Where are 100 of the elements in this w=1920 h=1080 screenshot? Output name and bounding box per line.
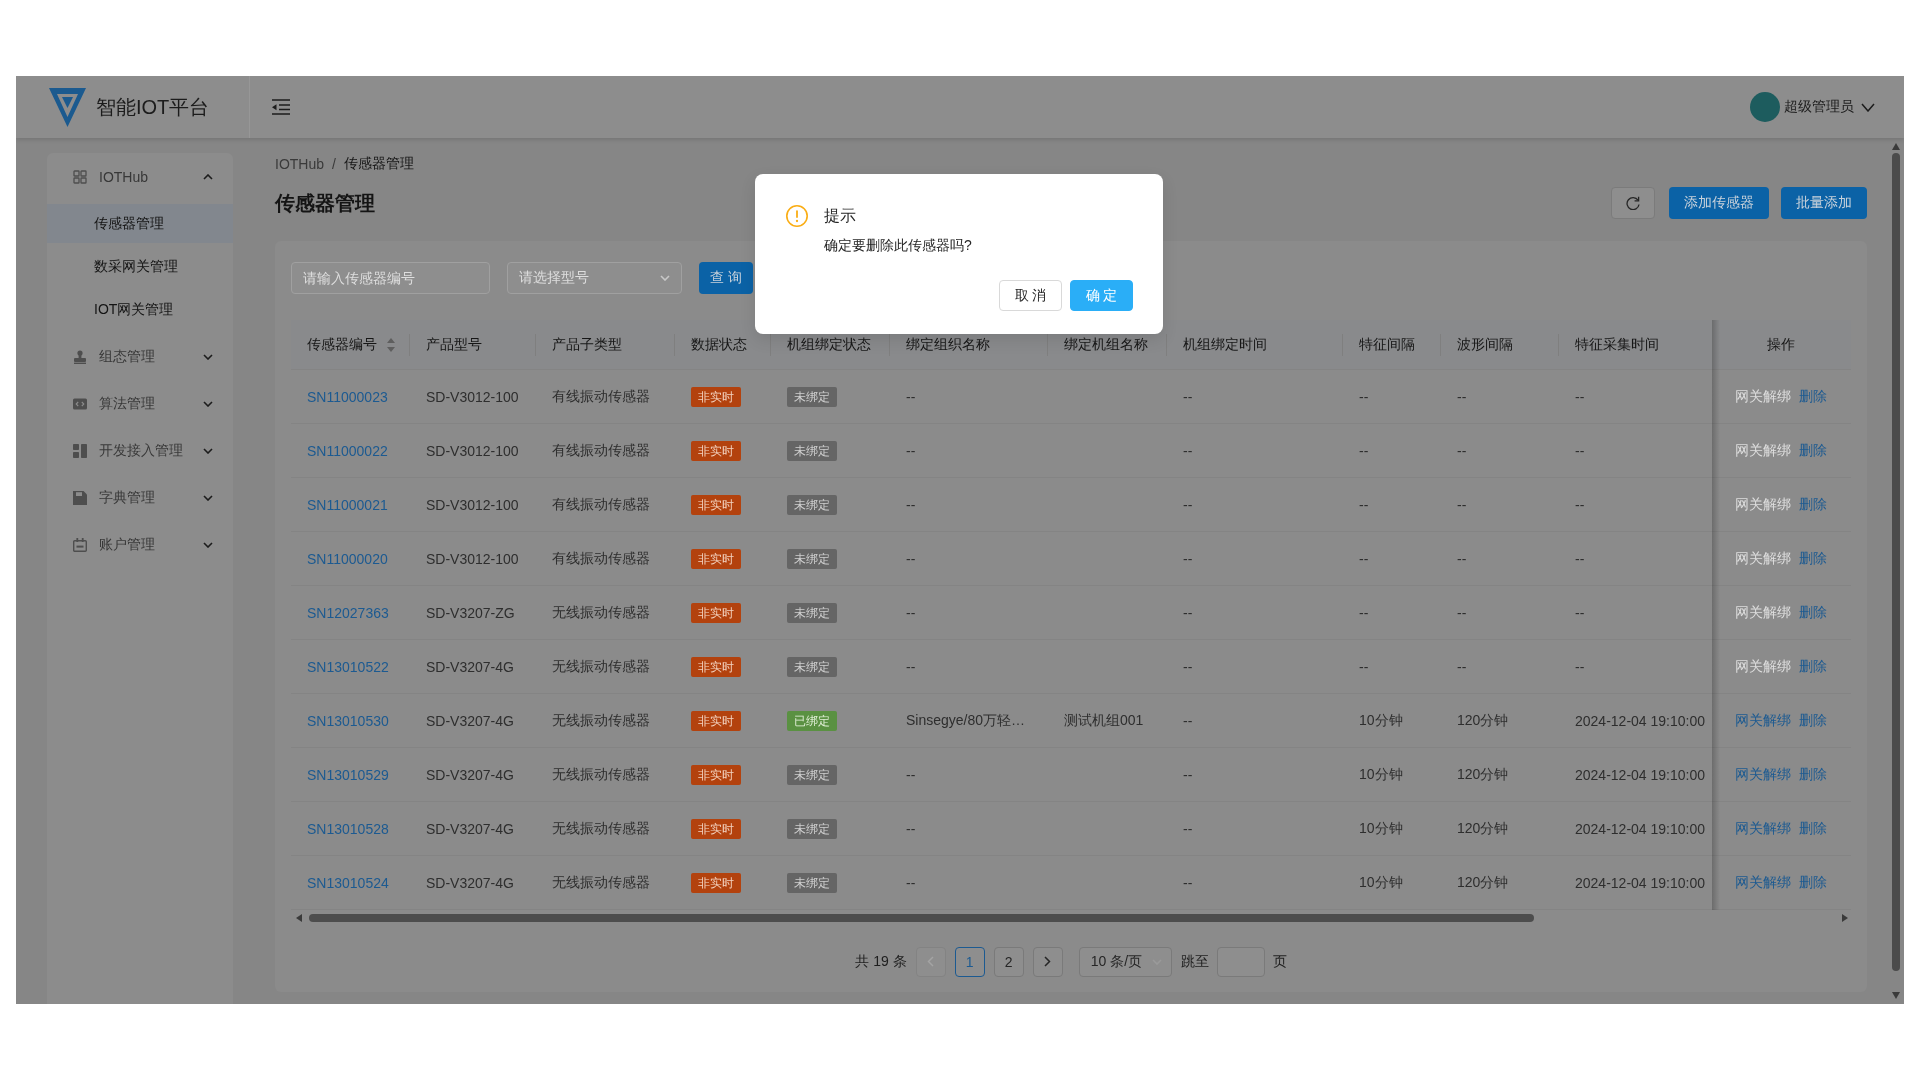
confirm-button[interactable]: 确 定 bbox=[1070, 280, 1133, 311]
feature-interval-text: 10分钟 bbox=[1359, 711, 1403, 730]
menu-item[interactable]: IOTHub bbox=[47, 153, 233, 200]
model-select[interactable]: 请选择型号 bbox=[507, 262, 682, 294]
data-status-tag: 非实时 bbox=[691, 656, 741, 677]
app-title: 智能IOT平台 bbox=[96, 94, 210, 120]
org-name-text: -- bbox=[906, 766, 916, 783]
column-header: 机组绑定状态 bbox=[787, 335, 871, 354]
logo-icon bbox=[49, 87, 86, 127]
collect-time-text: 2024-12-04 19:10:00 bbox=[1575, 766, 1705, 783]
page-button[interactable]: 1 bbox=[954, 946, 985, 977]
wave-interval-text: 120分钟 bbox=[1457, 711, 1509, 730]
search-field[interactable]: 请输入传感器编号 bbox=[291, 262, 490, 294]
user-name[interactable]: 超级管理员 bbox=[1784, 98, 1854, 116]
sort-icon[interactable] bbox=[387, 337, 395, 352]
action-link[interactable]: 删除 bbox=[1798, 495, 1827, 514]
model-text: SD-V3207-4G bbox=[426, 874, 514, 891]
data-status-tag: 非实时 bbox=[691, 494, 741, 515]
sensor-link[interactable]: SN11000022 bbox=[307, 442, 388, 459]
scroll-up-icon[interactable] bbox=[1892, 143, 1900, 150]
data-status-tag: 非实时 bbox=[691, 440, 741, 461]
submenu-item[interactable]: IOT网关管理 bbox=[47, 290, 233, 329]
menu-item[interactable]: 算法管理 bbox=[47, 380, 233, 427]
org-name-text: -- bbox=[906, 658, 916, 675]
wave-interval-text: -- bbox=[1457, 442, 1467, 459]
collect-time-text: -- bbox=[1575, 388, 1585, 405]
cancel-button[interactable]: 取 消 bbox=[999, 280, 1062, 311]
sensor-link[interactable]: SN11000023 bbox=[307, 388, 388, 405]
column-header: 绑定组织名称 bbox=[906, 335, 990, 354]
menu-item[interactable]: 组态管理 bbox=[47, 333, 233, 380]
query-button[interactable]: 查 询 bbox=[699, 262, 753, 294]
action-link[interactable]: 网关解绑 bbox=[1734, 819, 1791, 838]
sensor-link[interactable]: SN13010524 bbox=[307, 874, 389, 891]
bind-time-text: -- bbox=[1183, 442, 1193, 459]
menu-item[interactable]: 账户管理 bbox=[47, 521, 233, 568]
action-link[interactable]: 删除 bbox=[1798, 549, 1827, 568]
wave-interval-text: 120分钟 bbox=[1457, 873, 1509, 892]
warning-icon bbox=[786, 205, 808, 227]
scrollbar-thumb[interactable] bbox=[309, 914, 1534, 922]
jump-label: 跳至 bbox=[1180, 952, 1209, 971]
binding-status-tag: 未绑定 bbox=[787, 386, 837, 407]
feature-interval-text: -- bbox=[1359, 442, 1369, 459]
avatar-icon[interactable] bbox=[1750, 92, 1780, 122]
action-link[interactable]: 删除 bbox=[1798, 711, 1827, 730]
column-header: 波形间隔 bbox=[1457, 335, 1513, 354]
scroll-left-icon[interactable] bbox=[296, 914, 302, 922]
chevron-down-icon[interactable] bbox=[1861, 102, 1875, 112]
feature-interval-text: 10分钟 bbox=[1359, 873, 1403, 892]
wave-interval-text: -- bbox=[1457, 604, 1467, 621]
action-link[interactable]: 删除 bbox=[1798, 387, 1827, 406]
collect-time-text: 2024-12-04 19:10:00 bbox=[1575, 712, 1705, 729]
page-size-select[interactable]: 10 条/页 bbox=[1078, 946, 1172, 977]
action-link[interactable]: 删除 bbox=[1798, 819, 1827, 838]
column-header: 传感器编号 bbox=[307, 335, 377, 354]
sensor-link[interactable]: SN13010530 bbox=[307, 712, 389, 729]
org-name-text: -- bbox=[906, 550, 916, 567]
menu-icon[interactable] bbox=[272, 99, 290, 115]
action-link[interactable]: 删除 bbox=[1798, 765, 1827, 784]
binding-status-tag: 未绑定 bbox=[787, 872, 837, 893]
next-page-button[interactable] bbox=[1032, 946, 1063, 977]
toolbar-button[interactable]: 批量添加 bbox=[1781, 187, 1867, 219]
page-button[interactable]: 2 bbox=[993, 946, 1024, 977]
binding-status-tag: 未绑定 bbox=[787, 656, 837, 677]
sensor-link[interactable]: SN13010528 bbox=[307, 820, 389, 837]
subtype-text: 无线振动传感器 bbox=[552, 711, 650, 730]
bind-time-text: -- bbox=[1183, 388, 1193, 405]
submenu-item[interactable]: 数采网关管理 bbox=[47, 247, 233, 286]
action-link[interactable]: 删除 bbox=[1798, 657, 1827, 676]
sensor-link[interactable]: SN13010529 bbox=[307, 766, 389, 783]
menu-item[interactable]: 开发接入管理 bbox=[47, 427, 233, 474]
org-name-text: -- bbox=[906, 388, 916, 405]
toolbar-button[interactable]: 添加传感器 bbox=[1669, 187, 1769, 219]
model-text: SD-V3207-4G bbox=[426, 712, 514, 729]
column-header: 产品子类型 bbox=[552, 335, 622, 354]
sensor-link[interactable]: SN12027363 bbox=[307, 604, 389, 621]
column-header: 操作 bbox=[1766, 335, 1795, 354]
subtype-text: 有线振动传感器 bbox=[552, 387, 650, 406]
action-link[interactable]: 网关解绑 bbox=[1734, 711, 1791, 730]
sensor-link[interactable]: SN11000021 bbox=[307, 496, 388, 513]
layout-icon bbox=[73, 443, 87, 458]
wave-interval-text: -- bbox=[1457, 388, 1467, 405]
scroll-right-icon[interactable] bbox=[1842, 914, 1848, 922]
action-link[interactable]: 网关解绑 bbox=[1734, 765, 1791, 784]
scroll-down-icon[interactable] bbox=[1892, 992, 1900, 999]
refresh-button[interactable] bbox=[1611, 187, 1655, 219]
dialog-message: 确定要删除此传感器吗? bbox=[824, 236, 972, 255]
bind-time-text: -- bbox=[1183, 550, 1193, 567]
action-link[interactable]: 删除 bbox=[1798, 603, 1827, 622]
action-link[interactable]: 网关解绑 bbox=[1734, 873, 1791, 892]
submenu-item[interactable]: 传感器管理 bbox=[47, 204, 233, 243]
subtype-text: 无线振动传感器 bbox=[552, 819, 650, 838]
bind-time-text: -- bbox=[1183, 496, 1193, 513]
sensor-link[interactable]: SN11000020 bbox=[307, 550, 388, 567]
sensor-link[interactable]: SN13010522 bbox=[307, 658, 389, 675]
wave-interval-text: -- bbox=[1457, 496, 1467, 513]
action-link[interactable]: 删除 bbox=[1798, 441, 1827, 460]
menu-item[interactable]: 字典管理 bbox=[47, 474, 233, 521]
action-link[interactable]: 删除 bbox=[1798, 873, 1827, 892]
breadcrumb-link[interactable]: IOTHub bbox=[275, 156, 324, 172]
scrollbar-thumb[interactable] bbox=[1892, 153, 1900, 971]
